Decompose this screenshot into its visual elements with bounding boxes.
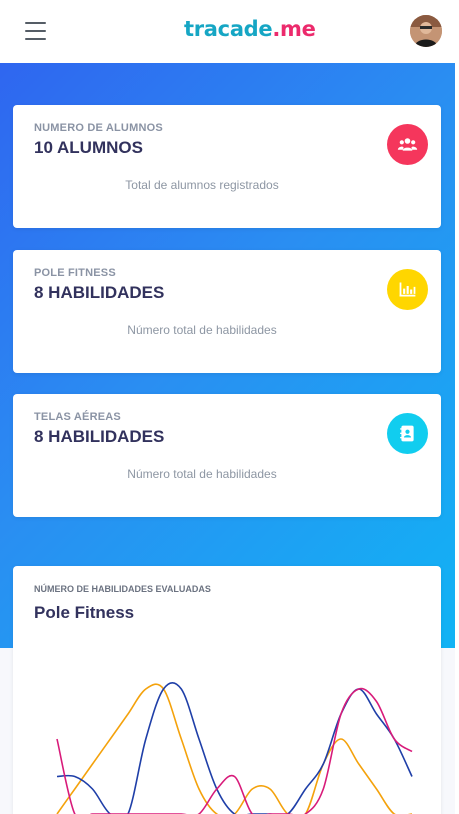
- line-chart: [56, 681, 413, 814]
- chart-series-line-3: [56, 687, 413, 814]
- stat-card-value: 8 HABILIDADES: [34, 427, 165, 446]
- chart-series-line-2: [56, 681, 413, 814]
- stat-card-value: 8 HABILIDADES: [34, 283, 165, 302]
- brand-logo[interactable]: tracade.me: [184, 17, 316, 41]
- stat-card-students: NUMERO DE ALUMNOS 10 ALUMNOS Total de al…: [13, 105, 441, 228]
- stat-card-kicker: POLE FITNESS: [34, 267, 116, 279]
- stat-card-telas-aereas: TELAS AÉREAS 8 HABILIDADES Número total …: [13, 394, 441, 517]
- skills-evaluated-chart-card: NÚMERO DE HABILIDADES EVALUADAS Pole Fit…: [13, 566, 441, 814]
- stat-card-pole-fitness: POLE FITNESS 8 HABILIDADES Número total …: [13, 250, 441, 373]
- chart-bar-icon: [387, 269, 428, 310]
- page-scrollbar-track: [455, 0, 459, 814]
- users-icon: [387, 124, 428, 165]
- top-navbar: tracade.me: [0, 0, 455, 63]
- logo-text-domain: .me: [272, 17, 316, 41]
- user-avatar[interactable]: [410, 15, 442, 47]
- chart-series-line-1: [56, 683, 412, 814]
- hamburger-menu-icon[interactable]: [25, 22, 46, 40]
- stat-card-kicker: TELAS AÉREAS: [34, 411, 121, 423]
- stat-card-subtitle: Número total de habilidades: [127, 323, 277, 337]
- contact-book-icon: [387, 413, 428, 454]
- logo-text-main: tracade: [184, 17, 273, 41]
- stat-card-subtitle: Total de alumnos registrados: [125, 178, 279, 192]
- stat-card-subtitle: Número total de habilidades: [127, 467, 277, 481]
- avatar-image: [410, 15, 442, 47]
- stat-card-kicker: NUMERO DE ALUMNOS: [34, 122, 163, 134]
- stat-card-value: 10 ALUMNOS: [34, 138, 143, 157]
